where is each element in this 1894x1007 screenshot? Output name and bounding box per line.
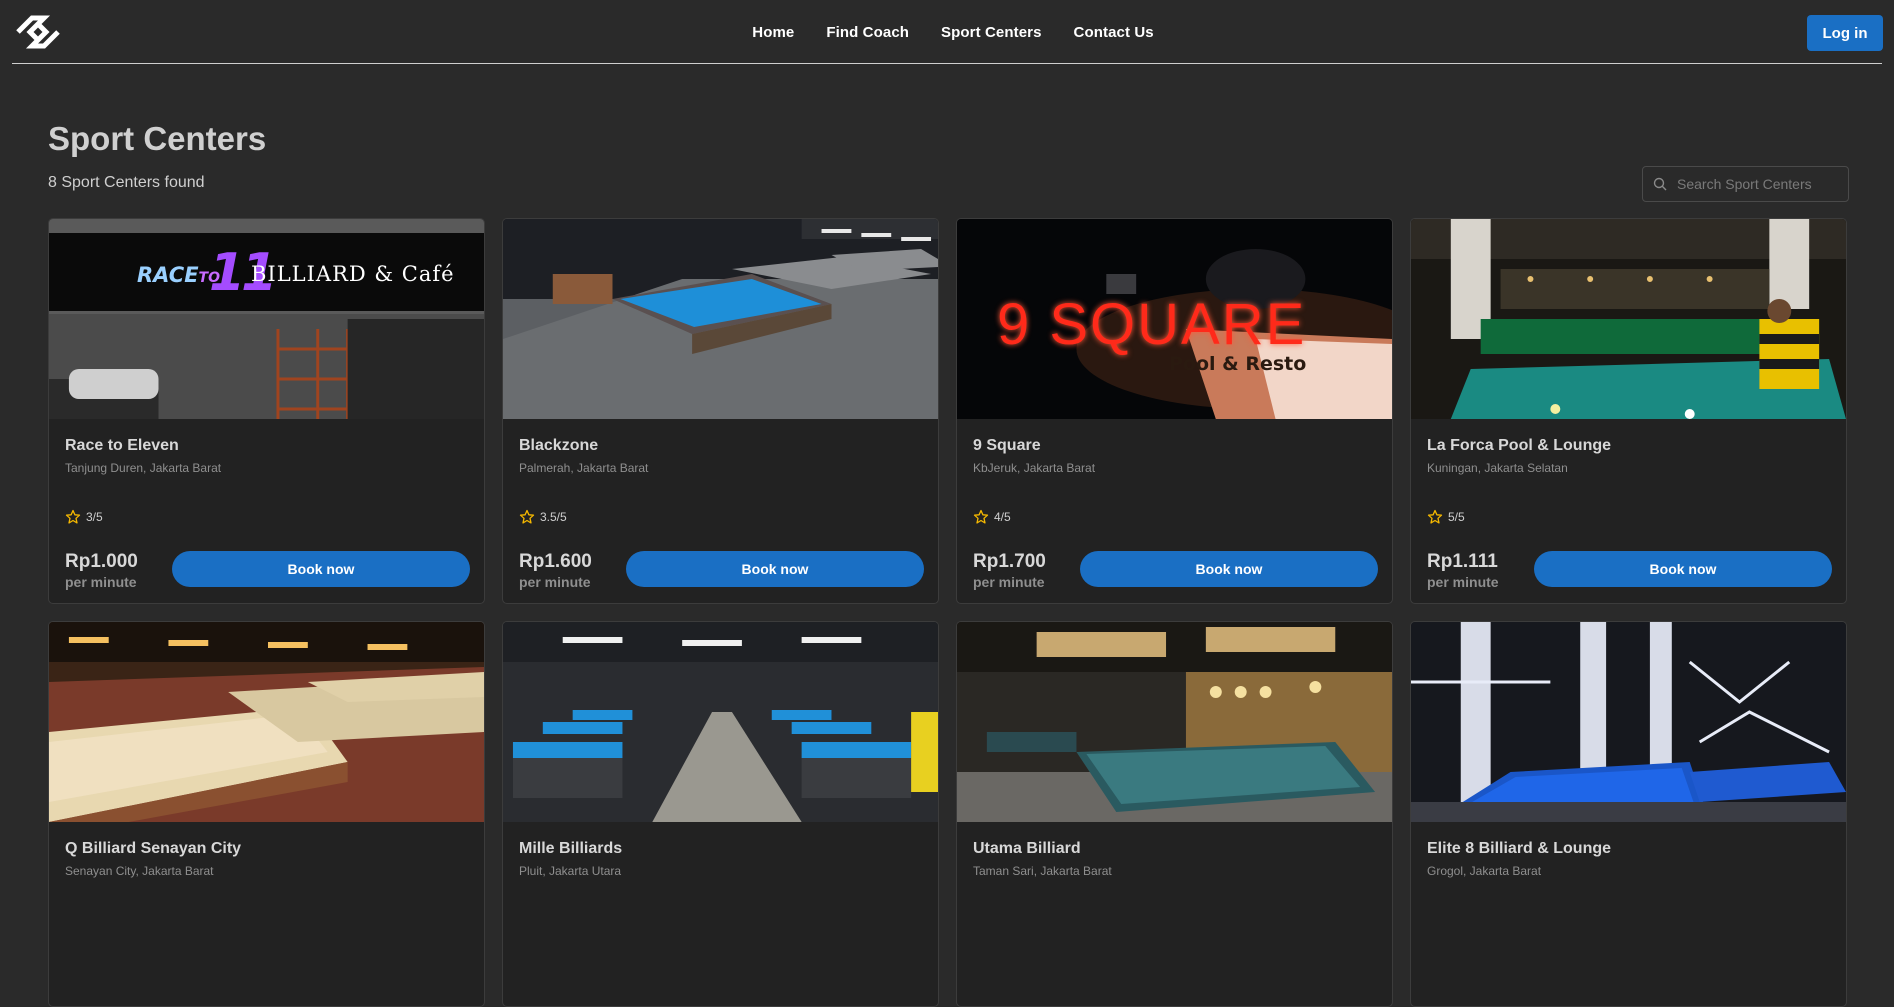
book-now-button[interactable]: Book now <box>626 551 924 587</box>
search-input[interactable] <box>1677 176 1837 192</box>
sport-center-photo[interactable] <box>49 622 484 822</box>
star-icon <box>1427 509 1443 524</box>
card-body: Race to Eleven Tanjung Duren, Jakarta Ba… <box>49 419 484 603</box>
price-unit: per minute <box>973 574 1045 590</box>
sport-center-name[interactable]: 9 Square <box>973 437 1041 455</box>
sport-center-name[interactable]: La Forca Pool & Lounge <box>1427 437 1611 455</box>
navbar-divider <box>12 63 1882 64</box>
sign-text: 9 SQUARE <box>997 292 1307 357</box>
sign-text: BILLIARD & Café <box>251 262 455 286</box>
price-unit: per minute <box>519 574 591 590</box>
sport-center-photo[interactable] <box>503 622 938 822</box>
sport-center-name[interactable]: Q Billiard Senayan City <box>65 840 241 858</box>
sport-center-photo[interactable]: 9 SQUARE Pool & Resto <box>957 219 1392 419</box>
star-icon <box>519 509 535 524</box>
price: Rp1.000 <box>65 551 138 572</box>
card-body: Elite 8 Billiard & Lounge Grogol, Jakart… <box>1411 822 1846 1006</box>
result-count: 8 Sport Centers found <box>48 174 205 191</box>
card-body: 9 Square KbJeruk, Jakarta Barat 4/5 Rp1.… <box>957 419 1392 603</box>
rating-value: 3/5 <box>86 510 103 524</box>
sport-center-card[interactable]: RACETO 11 BILLIARD & Café Race to Eleven… <box>48 218 485 604</box>
sport-center-card[interactable]: 9 SQUARE Pool & Resto 9 Square KbJeruk, … <box>956 218 1393 604</box>
sport-center-card[interactable]: Elite 8 Billiard & Lounge Grogol, Jakart… <box>1410 621 1847 1007</box>
navbar: Home Find Coach Sport Centers Contact Us… <box>0 0 1894 64</box>
star-icon <box>65 509 81 524</box>
sport-center-name[interactable]: Mille Billiards <box>519 840 622 858</box>
sport-center-card[interactable]: La Forca Pool & Lounge Kuningan, Jakarta… <box>1410 218 1847 604</box>
sport-centers-grid: RACETO 11 BILLIARD & Café Race to Eleven… <box>48 218 1849 1007</box>
page-title: Sport Centers <box>48 120 267 157</box>
sport-center-name[interactable]: Race to Eleven <box>65 437 179 455</box>
price-unit: per minute <box>65 574 137 590</box>
rating: 5/5 <box>1427 509 1465 525</box>
sport-center-photo[interactable] <box>1411 622 1846 822</box>
price: Rp1.111 <box>1427 551 1498 572</box>
card-body: Blackzone Palmerah, Jakarta Barat 3.5/5 … <box>503 419 938 603</box>
book-now-button[interactable]: Book now <box>1534 551 1832 587</box>
sport-center-card[interactable]: Utama Billiard Taman Sari, Jakarta Barat <box>956 621 1393 1007</box>
sport-center-location: Palmerah, Jakarta Barat <box>519 461 649 475</box>
nav-link-sport-centers[interactable]: Sport Centers <box>941 24 1042 41</box>
sport-center-name[interactable]: Utama Billiard <box>973 840 1081 858</box>
rating: 4/5 <box>973 509 1011 525</box>
sport-center-location: Pluit, Jakarta Utara <box>519 864 622 878</box>
sport-center-card[interactable]: Mille Billiards Pluit, Jakarta Utara <box>502 621 939 1007</box>
search-box <box>1642 166 1849 202</box>
sign-logo-text: RACETO <box>137 263 220 287</box>
rating-value: 3.5/5 <box>540 510 567 524</box>
rating: 3.5/5 <box>519 509 567 525</box>
price: Rp1.700 <box>973 551 1046 572</box>
sport-center-photo[interactable]: RACETO 11 BILLIARD & Café <box>49 219 484 419</box>
sport-center-location: Tanjung Duren, Jakarta Barat <box>65 461 222 475</box>
sport-center-photo[interactable] <box>1411 219 1846 419</box>
card-body: La Forca Pool & Lounge Kuningan, Jakarta… <box>1411 419 1846 603</box>
login-button[interactable]: Log in <box>1807 15 1883 51</box>
sport-center-name[interactable]: Blackzone <box>519 437 598 455</box>
nav-link-home[interactable]: Home <box>752 24 794 41</box>
nav-link-contact-us[interactable]: Contact Us <box>1074 24 1154 41</box>
rating: 3/5 <box>65 509 103 525</box>
price: Rp1.600 <box>519 551 592 572</box>
sport-center-card[interactable]: Q Billiard Senayan City Senayan City, Ja… <box>48 621 485 1007</box>
sport-center-photo[interactable] <box>957 622 1392 822</box>
rating-value: 5/5 <box>1448 510 1465 524</box>
card-body: Utama Billiard Taman Sari, Jakarta Barat <box>957 822 1392 1006</box>
sport-center-location: Taman Sari, Jakarta Barat <box>973 864 1112 878</box>
price-unit: per minute <box>1427 574 1499 590</box>
star-icon <box>973 509 989 524</box>
sport-center-location: Senayan City, Jakarta Barat <box>65 864 214 878</box>
sport-center-photo[interactable] <box>503 219 938 419</box>
nav-link-find-coach[interactable]: Find Coach <box>826 24 909 41</box>
sport-center-card[interactable]: Blackzone Palmerah, Jakarta Barat 3.5/5 … <box>502 218 939 604</box>
sport-center-name[interactable]: Elite 8 Billiard & Lounge <box>1427 840 1611 858</box>
sport-center-location: Grogol, Jakarta Barat <box>1427 864 1542 878</box>
rating-value: 4/5 <box>994 510 1011 524</box>
sport-center-location: Kuningan, Jakarta Selatan <box>1427 461 1568 475</box>
sport-center-location: KbJeruk, Jakarta Barat <box>973 461 1096 475</box>
card-body: Mille Billiards Pluit, Jakarta Utara <box>503 822 938 1006</box>
card-body: Q Billiard Senayan City Senayan City, Ja… <box>49 822 484 1006</box>
book-now-button[interactable]: Book now <box>1080 551 1378 587</box>
book-now-button[interactable]: Book now <box>172 551 470 587</box>
search-icon <box>1653 177 1667 191</box>
main-nav: Home Find Coach Sport Centers Contact Us <box>0 0 1894 64</box>
sign-subtext: Pool & Resto <box>1169 353 1307 375</box>
